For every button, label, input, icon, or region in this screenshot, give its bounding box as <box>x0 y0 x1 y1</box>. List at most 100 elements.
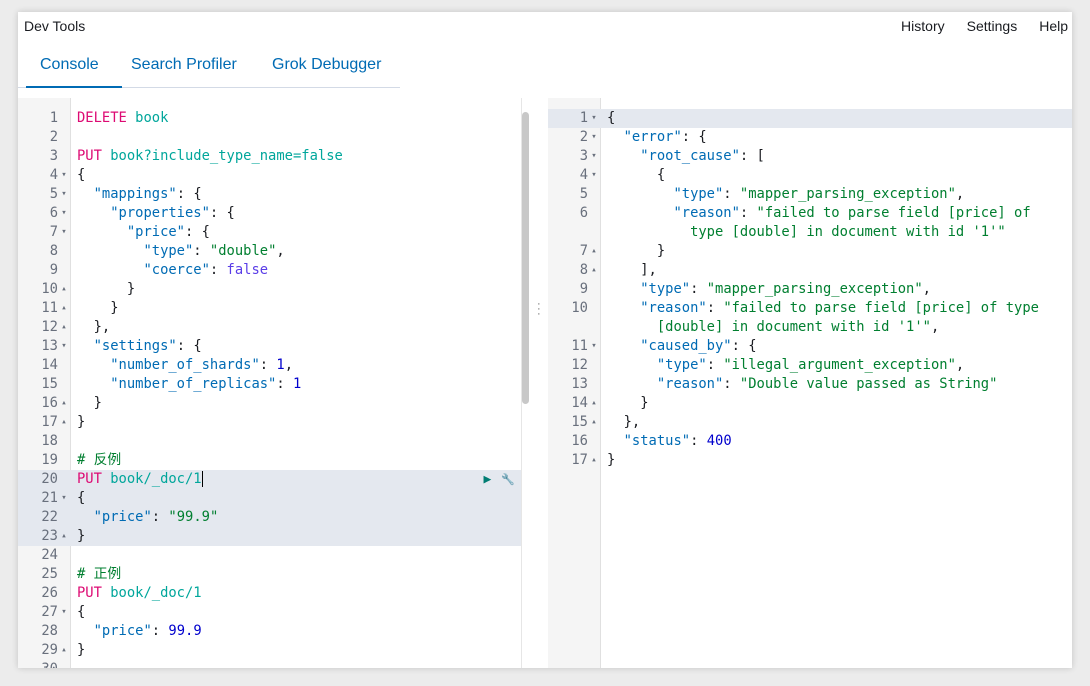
tab-search-profiler[interactable]: Search Profiler <box>131 56 237 74</box>
request-code-line[interactable]: 14 "number_of_shards": 1, <box>18 356 521 375</box>
settings-link[interactable]: Settings <box>967 18 1018 34</box>
response-code-line[interactable]: 7 ▴ } <box>548 242 1072 261</box>
response-code-line[interactable]: 1 ▾ { <box>548 109 1072 128</box>
fold-arrow-up-icon[interactable]: ▴ <box>59 527 69 546</box>
fold-arrow-up-icon[interactable]: ▴ <box>589 451 599 470</box>
line-number: 20 <box>41 471 58 487</box>
panel-resizer[interactable] <box>521 98 549 668</box>
line-number: 21 <box>41 490 58 506</box>
request-editor-scrollbar[interactable] <box>522 112 529 404</box>
request-code-line[interactable]: 21 ▾ { <box>18 489 521 508</box>
line-number: 27 <box>41 604 58 620</box>
request-code-line[interactable]: 16 ▴ } <box>18 394 521 413</box>
request-code-line[interactable]: 8 "type": "double", <box>18 242 521 261</box>
response-code-line[interactable]: type [double] in document with id '1'" <box>548 223 1072 242</box>
request-code-line[interactable]: 28 "price": 99.9 <box>18 622 521 641</box>
request-code-line[interactable]: 27 ▾ { <box>18 603 521 622</box>
response-code-line[interactable]: 10 "reason": "failed to parse field [pri… <box>548 299 1072 318</box>
code-token: , <box>955 357 965 373</box>
resizer-handle-icon[interactable]: · · · <box>537 299 541 320</box>
fold-arrow-down-icon[interactable]: ▾ <box>589 166 599 185</box>
fold-arrow-up-icon[interactable]: ▴ <box>59 318 69 337</box>
response-code-line[interactable]: 2 ▾ "error": { <box>548 128 1072 147</box>
request-code-line[interactable]: 13 ▾ "settings": { <box>18 337 521 356</box>
fold-arrow-up-icon[interactable]: ▴ <box>589 242 599 261</box>
response-code-line[interactable]: 16 "status": 400 <box>548 432 1072 451</box>
request-code-line[interactable]: 4 ▾ { <box>18 166 521 185</box>
fold-arrow-down-icon[interactable]: ▾ <box>59 489 69 508</box>
request-code-line[interactable]: 26 PUT book/_doc/1 <box>18 584 521 603</box>
fold-arrow-down-icon[interactable]: ▾ <box>589 337 599 356</box>
request-editor[interactable]: 1 DELETE book 2 3 PUT book?include_type_name… <box>18 98 521 668</box>
code-token: } <box>77 395 102 411</box>
request-code-line[interactable]: 2 <box>18 128 521 147</box>
response-code-line[interactable]: 8 ▴ ], <box>548 261 1072 280</box>
response-code-line[interactable]: 13 "reason": "Double value passed as Str… <box>548 375 1072 394</box>
code-text: "caused_by": { <box>607 337 756 356</box>
response-code-line[interactable]: 12 "type": "illegal_argument_exception", <box>548 356 1072 375</box>
request-code-line[interactable]: 15 "number_of_replicas": 1 <box>18 375 521 394</box>
fold-arrow-up-icon[interactable]: ▴ <box>589 261 599 280</box>
fold-arrow-down-icon[interactable]: ▾ <box>589 147 599 166</box>
fold-arrow-down-icon[interactable]: ▾ <box>589 128 599 147</box>
response-code-line[interactable]: 3 ▾ "root_cause": [ <box>548 147 1072 166</box>
response-code-line[interactable]: 11 ▾ "caused_by": { <box>548 337 1072 356</box>
fold-arrow-up-icon[interactable]: ▴ <box>589 394 599 413</box>
fold-arrow-down-icon[interactable]: ▾ <box>59 223 69 242</box>
line-number: 15 <box>571 414 588 430</box>
response-code-line[interactable]: 15 ▴ }, <box>548 413 1072 432</box>
request-code-line[interactable]: 25 # 正例 <box>18 565 521 584</box>
request-code-line[interactable]: 29 ▴} <box>18 641 521 660</box>
response-editor[interactable]: 1 ▾{2 ▾ "error": {3 ▾ "root_cause": [4 ▾ {5 … <box>548 98 1072 668</box>
response-code-line[interactable]: 14 ▴ } <box>548 394 1072 413</box>
request-code-line[interactable]: 22 "price": "99.9" <box>18 508 521 527</box>
request-code-line[interactable]: 1 DELETE book <box>18 109 521 128</box>
response-code-line[interactable]: 6 "reason": "failed to parse field [pric… <box>548 204 1072 223</box>
request-code-line[interactable]: 18 <box>18 432 521 451</box>
request-code-line[interactable]: 17 ▴} <box>18 413 521 432</box>
fold-arrow-up-icon[interactable]: ▴ <box>59 280 69 299</box>
request-code-line[interactable]: 3 PUT book?include_type_name=false <box>18 147 521 166</box>
tab-console[interactable]: Console <box>40 56 99 74</box>
request-code-line[interactable]: 11 ▴ } <box>18 299 521 318</box>
response-code-line[interactable]: 17 ▴} <box>548 451 1072 470</box>
response-code-line[interactable]: 5 "type": "mapper_parsing_exception", <box>548 185 1072 204</box>
fold-arrow-down-icon[interactable]: ▾ <box>59 185 69 204</box>
play-icon[interactable]: ▶ <box>483 472 491 487</box>
fold-arrow-down-icon[interactable]: ▾ <box>59 204 69 223</box>
fold-arrow-up-icon[interactable]: ▴ <box>59 641 69 660</box>
request-code-line[interactable]: 10 ▴ } <box>18 280 521 299</box>
tab-grok-debugger[interactable]: Grok Debugger <box>272 56 381 74</box>
line-number: 5 <box>579 186 588 202</box>
request-code-line[interactable]: 30 <box>18 660 521 668</box>
code-text: DELETE book <box>77 109 168 128</box>
request-code-line[interactable]: 20 PUT book/_doc/1 ▶ 🔧 <box>18 470 521 489</box>
fold-arrow-up-icon[interactable]: ▴ <box>59 394 69 413</box>
code-token: "reason" <box>640 300 707 316</box>
fold-arrow-down-icon[interactable]: ▾ <box>59 166 69 185</box>
fold-arrow-down-icon[interactable]: ▾ <box>589 109 599 128</box>
request-code-line[interactable]: 9 "coerce": false <box>18 261 521 280</box>
request-code-line[interactable]: 23 ▴} <box>18 527 521 546</box>
fold-arrow-down-icon[interactable]: ▾ <box>59 603 69 622</box>
help-link[interactable]: Help <box>1039 18 1068 34</box>
request-code-line[interactable]: 5 ▾ "mappings": { <box>18 185 521 204</box>
response-code-line[interactable]: 9 "type": "mapper_parsing_exception", <box>548 280 1072 299</box>
fold-arrow-down-icon[interactable]: ▾ <box>59 337 69 356</box>
request-code-line[interactable]: 7 ▾ "price": { <box>18 223 521 242</box>
fold-arrow-up-icon[interactable]: ▴ <box>59 299 69 318</box>
history-link[interactable]: History <box>901 18 945 34</box>
response-code-line[interactable]: [double] in document with id '1'", <box>548 318 1072 337</box>
request-code-line[interactable]: 19 # 反例 <box>18 451 521 470</box>
request-code-line[interactable]: 6 ▾ "properties": { <box>18 204 521 223</box>
request-code-line[interactable]: 24 <box>18 546 521 565</box>
wrench-icon[interactable]: 🔧 <box>501 473 515 486</box>
code-token: , <box>922 281 931 297</box>
fold-arrow-up-icon[interactable]: ▴ <box>59 413 69 432</box>
line-number: 11 <box>571 338 588 354</box>
request-code-line[interactable]: 12 ▴ }, <box>18 318 521 337</box>
fold-arrow-up-icon[interactable]: ▴ <box>589 413 599 432</box>
text-cursor <box>201 471 204 487</box>
response-code-line[interactable]: 4 ▾ { <box>548 166 1072 185</box>
